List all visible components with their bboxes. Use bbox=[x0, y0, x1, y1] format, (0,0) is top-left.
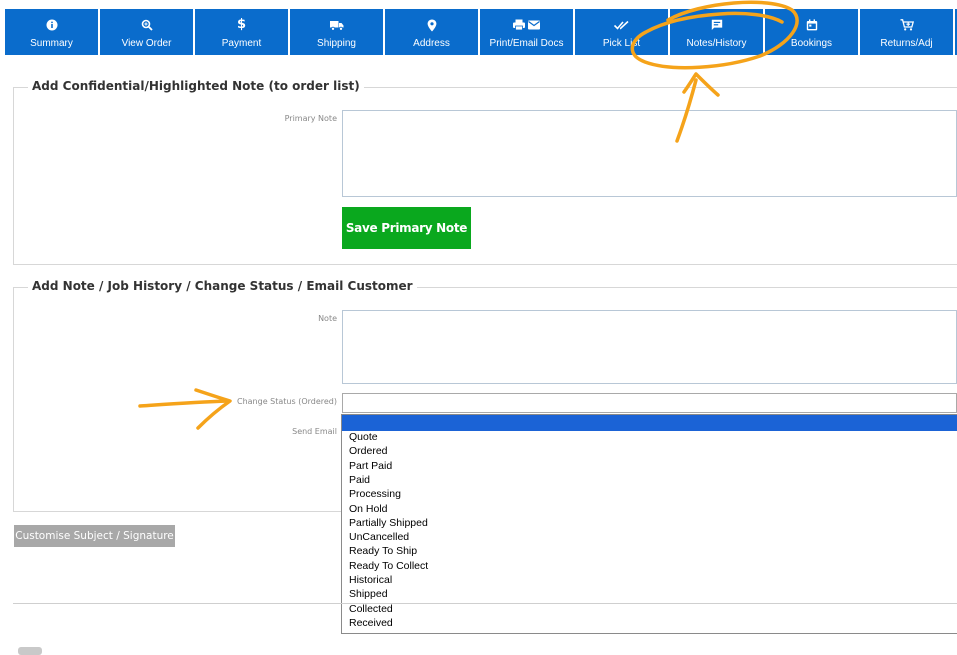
status-option[interactable]: On Hold bbox=[349, 503, 388, 516]
status-option-highlighted-blank[interactable] bbox=[342, 415, 957, 431]
truck-icon bbox=[329, 20, 343, 31]
status-option[interactable]: Historical bbox=[349, 574, 392, 587]
tab-label: Payment bbox=[221, 38, 262, 49]
tab-shipping[interactable]: Shipping bbox=[290, 9, 383, 55]
tab-label: Summary bbox=[30, 38, 73, 49]
change-status-select[interactable] bbox=[342, 393, 957, 413]
primary-note-legend: Add Confidential/Highlighted Note (to or… bbox=[28, 79, 364, 93]
print-email-icon bbox=[512, 19, 540, 31]
note-icon bbox=[711, 19, 722, 30]
tab-summary[interactable]: Summary bbox=[5, 9, 98, 55]
tab-payment[interactable]: $ Payment bbox=[195, 9, 288, 55]
customise-subject-signature-button[interactable]: Customise Subject / Signature bbox=[14, 525, 175, 547]
partial-bottom-element bbox=[18, 647, 42, 655]
status-option[interactable]: Processing bbox=[349, 488, 401, 501]
calendar-icon bbox=[806, 19, 817, 31]
cart-icon bbox=[900, 19, 914, 31]
order-tab-bar: Summary View Order $ Payment Shipping Ad… bbox=[0, 9, 957, 55]
tab-pick-list[interactable]: Pick List bbox=[575, 9, 668, 55]
zoom-icon bbox=[141, 19, 153, 31]
double-check-icon bbox=[613, 20, 629, 30]
tab-label: View Order bbox=[121, 38, 172, 49]
primary-note-label: Primary Note bbox=[284, 114, 337, 123]
dollar-icon: $ bbox=[236, 17, 247, 32]
status-option[interactable]: Partially Shipped bbox=[349, 517, 428, 530]
status-option[interactable]: Collected bbox=[349, 603, 393, 616]
status-option[interactable]: Ready To Ship bbox=[349, 545, 417, 558]
info-circle-icon bbox=[46, 19, 57, 31]
tab-address[interactable]: Address bbox=[385, 9, 478, 55]
status-option[interactable]: Quote bbox=[349, 431, 378, 444]
tab-label: Pick List bbox=[602, 38, 641, 49]
tab-bookings[interactable]: Bookings bbox=[765, 9, 858, 55]
tab-label: Print/Email Docs bbox=[489, 38, 564, 49]
tab-label: Notes/History bbox=[686, 38, 747, 49]
tab-view-order[interactable]: View Order bbox=[100, 9, 193, 55]
tab-print-email-docs[interactable]: Print/Email Docs bbox=[480, 9, 573, 55]
change-status-label: Change Status (Ordered) bbox=[236, 397, 337, 406]
status-option[interactable]: Received bbox=[349, 617, 393, 630]
tab-label: Address bbox=[413, 38, 450, 49]
history-legend: Add Note / Job History / Change Status /… bbox=[28, 279, 417, 293]
status-option[interactable]: Ready To Collect bbox=[349, 560, 428, 573]
tab-returns-adj[interactable]: Returns/Adj bbox=[860, 9, 953, 55]
map-pin-icon bbox=[427, 19, 436, 31]
divider bbox=[13, 603, 957, 604]
status-option[interactable]: Paid bbox=[349, 474, 370, 487]
tab-label: Bookings bbox=[790, 38, 833, 49]
save-primary-note-button[interactable]: Save Primary Note bbox=[342, 207, 471, 249]
primary-note-textarea[interactable] bbox=[342, 110, 957, 197]
status-option[interactable]: Part Paid bbox=[349, 460, 392, 473]
send-email-label: Send Email bbox=[292, 427, 337, 436]
status-option[interactable]: Ordered bbox=[349, 445, 388, 458]
status-option[interactable]: Shipped bbox=[349, 588, 388, 601]
tab-notes-history[interactable]: Notes/History bbox=[670, 9, 763, 55]
note-label: Note bbox=[318, 314, 337, 323]
status-dropdown-list[interactable]: Quote Ordered Part Paid Paid Processing … bbox=[341, 414, 957, 634]
tab-label: Shipping bbox=[317, 38, 356, 49]
note-textarea[interactable] bbox=[342, 310, 957, 384]
status-option[interactable]: UnCancelled bbox=[349, 531, 409, 544]
tab-label: Returns/Adj bbox=[880, 38, 933, 49]
